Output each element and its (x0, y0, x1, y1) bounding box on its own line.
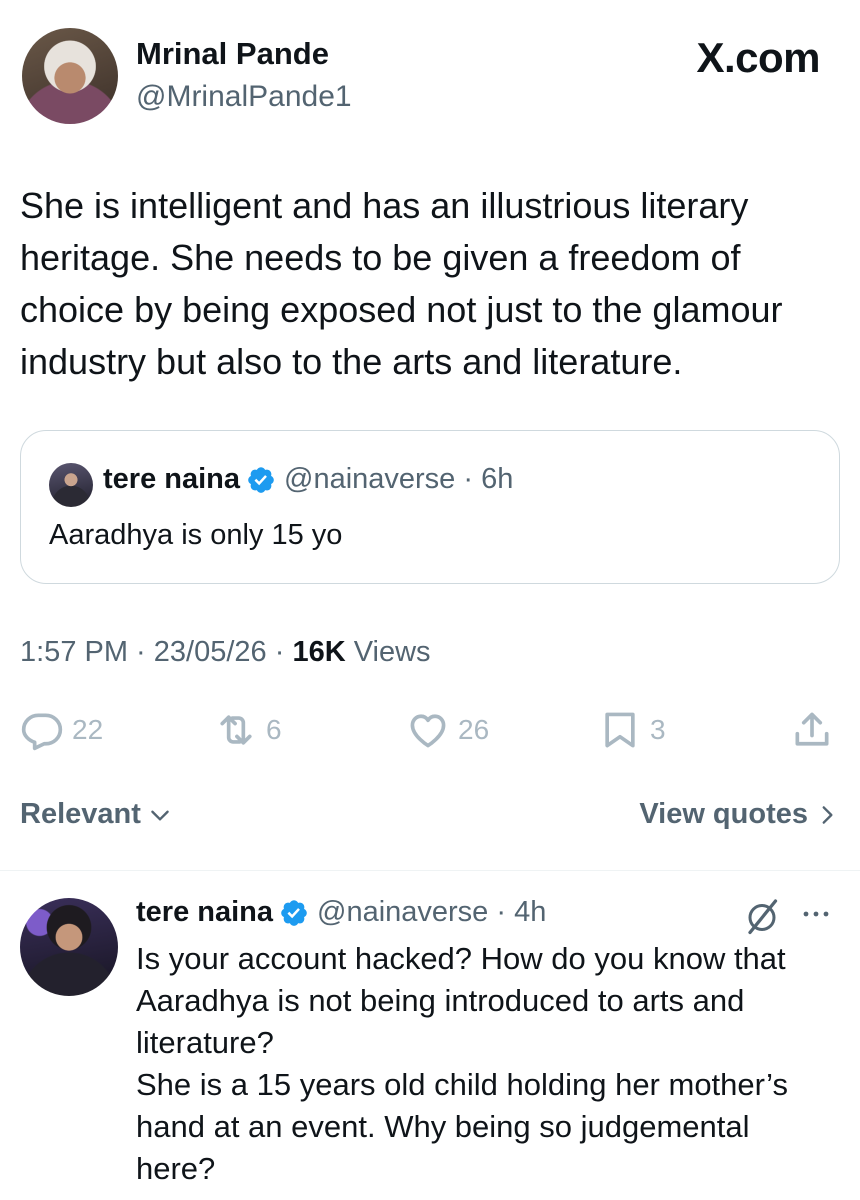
quote-handle-time: @nainaverse · 6h (284, 463, 514, 495)
view-quotes-label: View quotes (639, 798, 808, 830)
grok-icon[interactable] (744, 896, 780, 936)
quote-avatar[interactable] (49, 463, 93, 507)
verified-badge-icon (281, 899, 307, 926)
bookmark-button[interactable]: 3 (598, 704, 666, 756)
author-name[interactable]: Mrinal Pande (136, 36, 329, 72)
relevant-label: Relevant (20, 798, 141, 830)
tweet-timestamp[interactable]: 1:57 PM · 23/05/26 · (20, 636, 292, 668)
chevron-down-icon (151, 810, 169, 821)
more-icon[interactable] (800, 902, 832, 926)
view-quotes-link[interactable]: View quotes (639, 798, 840, 831)
reply-icon (21, 713, 63, 751)
repost-count: 6 (266, 714, 282, 745)
repost-button[interactable]: 6 (214, 704, 282, 756)
verified-badge-icon (248, 466, 274, 493)
share-button[interactable] (790, 704, 834, 756)
repost-icon (220, 715, 252, 745)
quote-header: tere naina @nainaverse · 6h (103, 463, 513, 496)
author-handle[interactable]: @MrinalPande1 (136, 80, 352, 114)
views-count: 16K (292, 636, 346, 668)
reply-paragraph: Is your account hacked? How do you know … (136, 941, 786, 1060)
quote-author-name[interactable]: tere naina (103, 463, 240, 496)
share-icon (795, 712, 829, 746)
reply-header: tere naina @nainaverse · 4h (136, 896, 546, 929)
quoted-tweet-card[interactable]: tere naina @nainaverse · 6h Aaradhya is … (20, 430, 840, 584)
brand-watermark: X.com (696, 34, 820, 81)
tweet-text: She is intelligent and has an illustriou… (20, 185, 783, 382)
reply-button[interactable]: 22 (20, 704, 103, 756)
reply-handle-time: @nainaverse · 4h (317, 896, 547, 928)
bookmark-count: 3 (650, 714, 666, 745)
section-divider (0, 870, 860, 871)
like-count: 26 (458, 714, 490, 745)
relevant-dropdown[interactable]: Relevant (20, 798, 173, 831)
tweet-meta: 1:57 PM · 23/05/26 · 16K Views (20, 636, 431, 669)
like-icon (410, 714, 446, 748)
reply-paragraph: She is a 15 years old child holding her … (136, 1067, 788, 1186)
views-label: Views (345, 636, 431, 668)
reply-avatar[interactable] (20, 898, 118, 996)
reply-text: Is your account hacked? How do you know … (136, 938, 836, 1190)
author-avatar[interactable] (22, 28, 118, 124)
bookmark-icon (605, 712, 635, 748)
replies-filter-row: Relevant View quotes (20, 798, 840, 842)
chevron-right-icon (822, 805, 833, 824)
action-bar: 22 6 26 3 (0, 704, 860, 756)
reply-author-name[interactable]: tere naina (136, 896, 273, 929)
quote-text: Aaradhya is only 15 yo (49, 519, 343, 551)
like-button[interactable]: 26 (406, 704, 489, 756)
reply-count: 22 (72, 714, 104, 745)
